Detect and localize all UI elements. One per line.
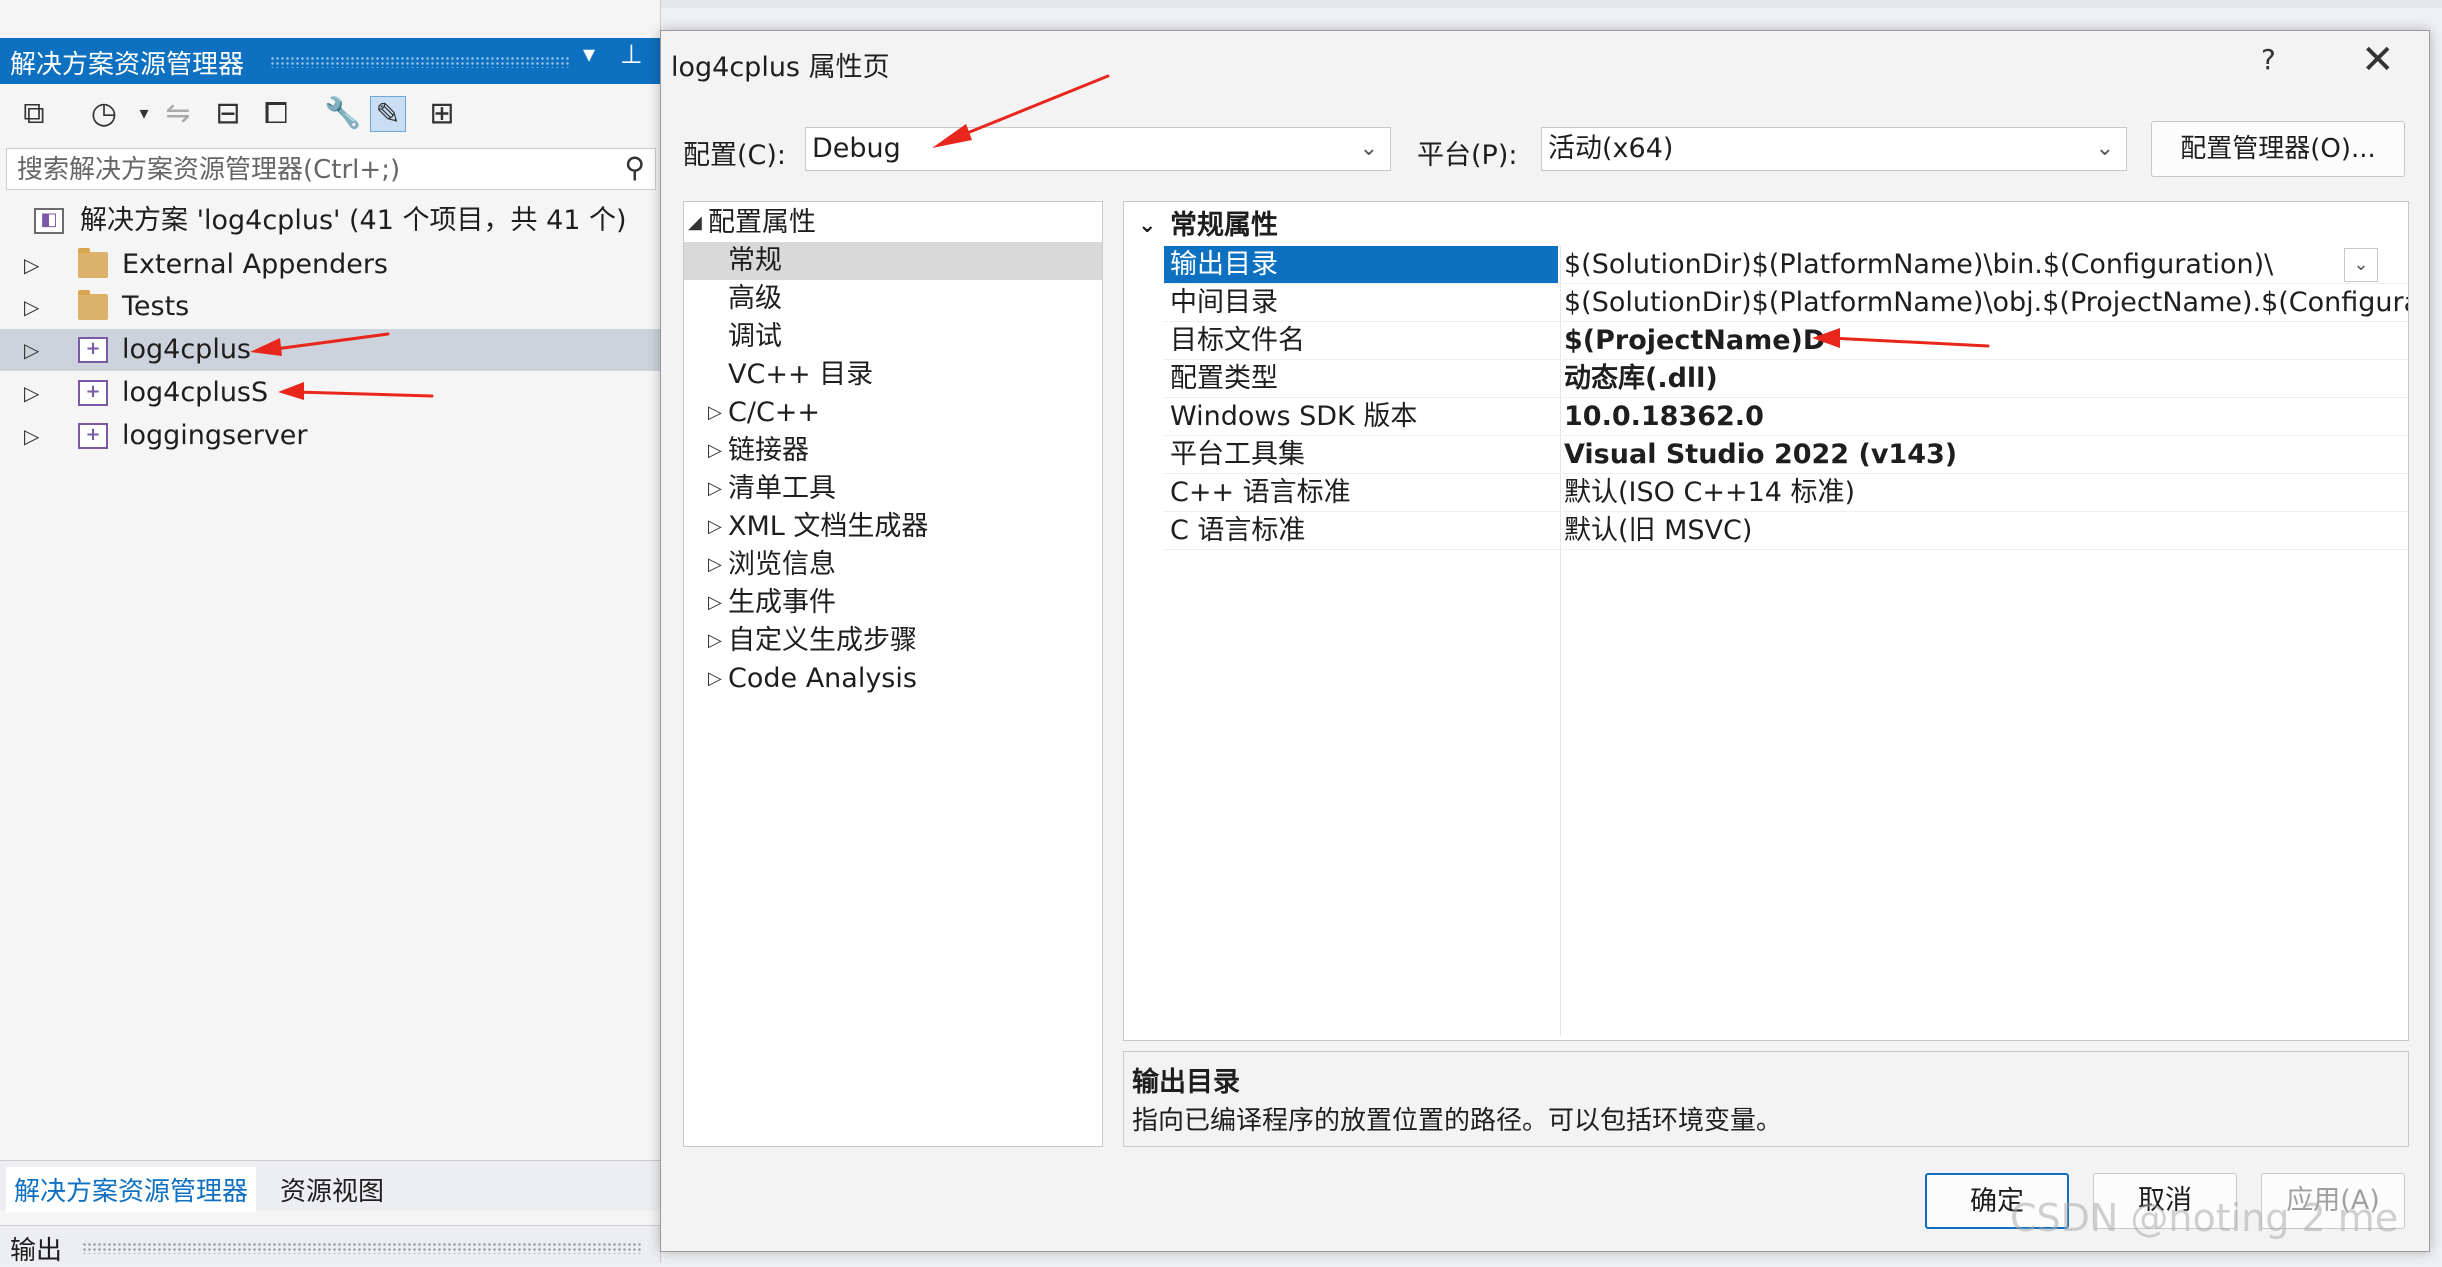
annotation-arrow xyxy=(932,74,1110,148)
annotation-arrow xyxy=(250,332,390,356)
annotation-arrow xyxy=(278,382,434,400)
annotation-arrows xyxy=(250,74,1990,400)
annotation-arrow xyxy=(1812,328,1990,348)
watermark: CSDN @noting 2 me xyxy=(2010,1196,2399,1240)
